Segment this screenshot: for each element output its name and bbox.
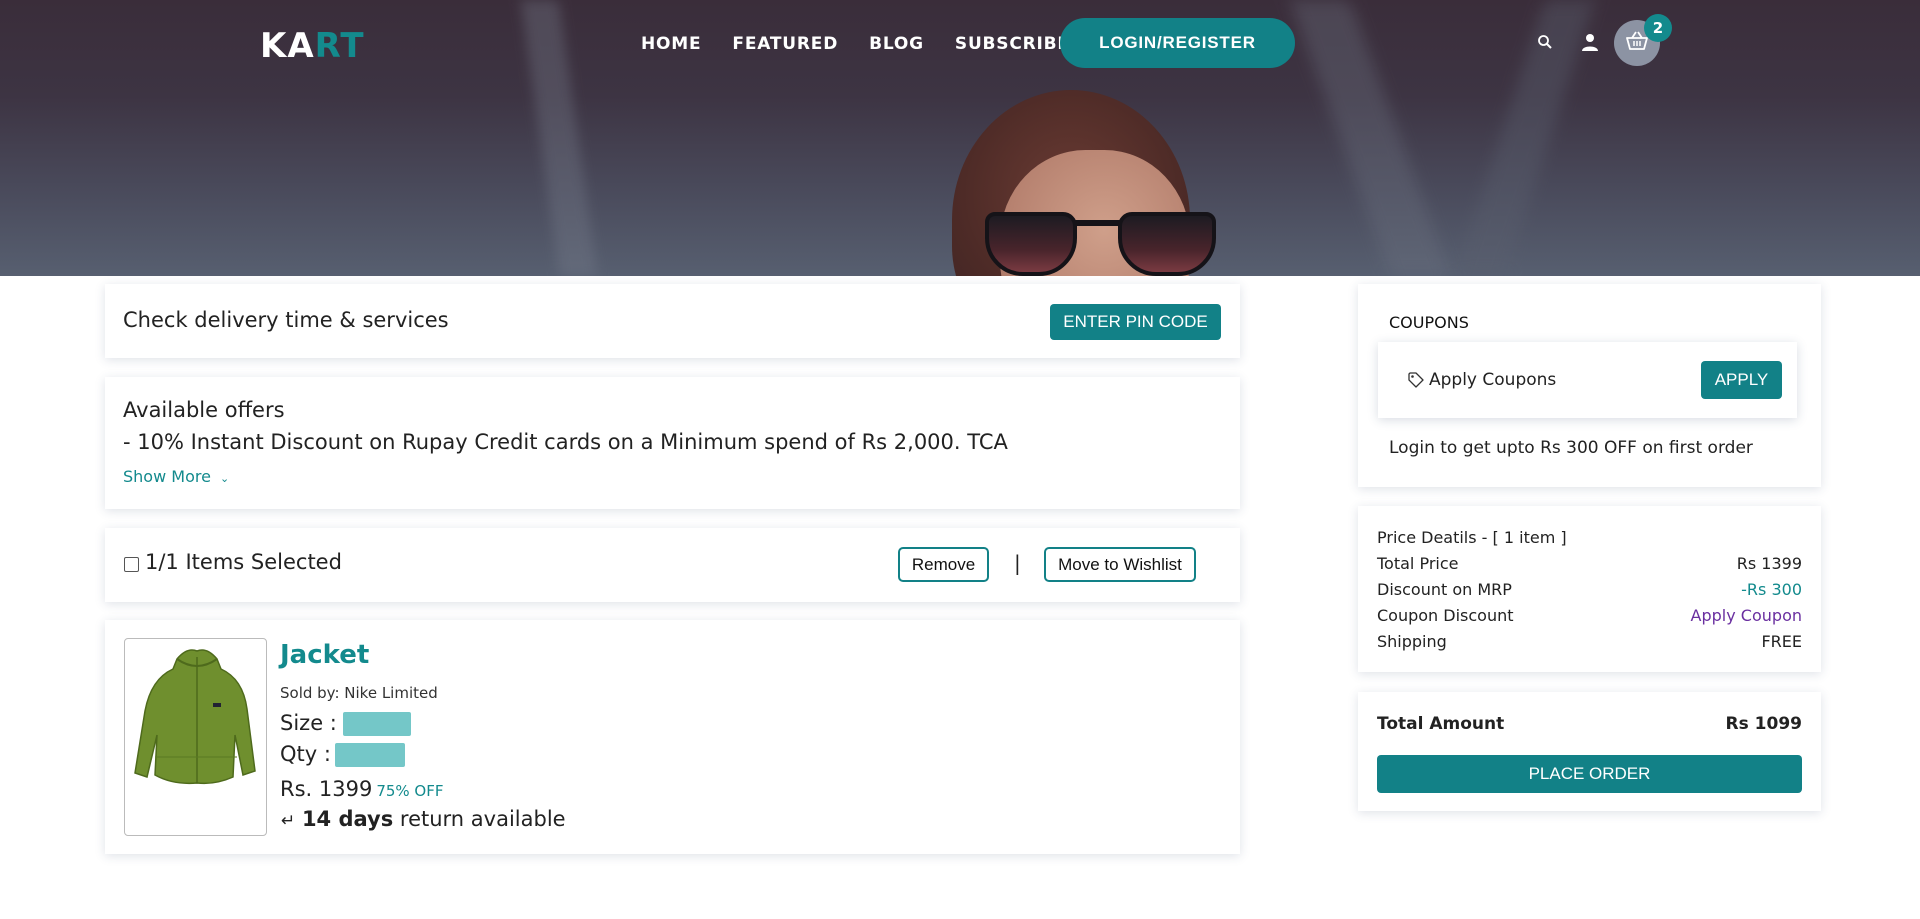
offers-heading: Available offers: [123, 398, 285, 422]
cart-item-card: Jacket Sold by: Nike Limited Size : Qty …: [105, 620, 1240, 854]
user-icon[interactable]: [1578, 30, 1602, 54]
discount-badge: 75% OFF: [376, 782, 444, 800]
login-offer-note: Login to get upto Rs 300 OFF on first or…: [1389, 438, 1753, 458]
show-more-label: Show More: [123, 467, 211, 486]
price-details-card: Price Deatils - [ 1 item ] Total Price R…: [1358, 506, 1821, 672]
item-selection-card: 1/1 Items Selected Remove | Move to Wish…: [105, 528, 1240, 602]
qty-label: Qty :: [280, 742, 331, 766]
price-details-title: Price Deatils - [ 1 item ]: [1377, 528, 1567, 547]
search-icon[interactable]: [1534, 31, 1556, 53]
size-label: Size :: [280, 711, 337, 735]
apply-coupon-link[interactable]: Apply Coupon: [1691, 606, 1802, 625]
qty-select[interactable]: [334, 743, 405, 767]
nav-subscribe[interactable]: SUBSCRIBE: [955, 34, 1070, 54]
show-more-link[interactable]: Show More ⌄: [123, 467, 229, 486]
main-nav: HOME FEATURED BLOG SUBSCRIBE: [641, 34, 1101, 54]
size-select[interactable]: [342, 712, 411, 736]
return-text: return available: [399, 807, 566, 831]
move-to-wishlist-button[interactable]: Move to Wishlist: [1044, 547, 1196, 582]
total-amount-row: Total Amount Rs 1099: [1377, 714, 1802, 734]
nav-blog[interactable]: BLOG: [869, 34, 924, 54]
cart-count-badge: 2: [1644, 14, 1672, 42]
price-row-shipping: Shipping FREE: [1377, 632, 1802, 651]
nav-home[interactable]: HOME: [641, 34, 701, 54]
discount-label: Discount on MRP: [1377, 580, 1512, 599]
coupon-discount-label: Coupon Discount: [1377, 606, 1514, 625]
enter-pin-code-button[interactable]: ENTER PIN CODE: [1050, 304, 1221, 340]
shipping-label: Shipping: [1377, 632, 1447, 651]
place-order-button[interactable]: PLACE ORDER: [1377, 755, 1802, 793]
price-row-coupon: Coupon Discount Apply Coupon: [1377, 606, 1802, 625]
items-selected-label: 1/1 Items Selected: [145, 550, 342, 574]
size-row: Size :: [280, 711, 411, 736]
total-amount-card: Total Amount Rs 1099 PLACE ORDER: [1358, 692, 1821, 811]
price-row-discount: Discount on MRP -Rs 300: [1377, 580, 1802, 599]
return-arrow-icon: ↵: [281, 811, 296, 831]
brand-logo[interactable]: KART: [260, 26, 365, 66]
nav-featured[interactable]: FEATURED: [732, 34, 838, 54]
qty-row: Qty :: [280, 742, 405, 767]
apply-coupon-button[interactable]: APPLY: [1701, 361, 1782, 399]
price-row-total: Total Price Rs 1399: [1377, 554, 1802, 573]
seller-info: Sold by: Nike Limited: [280, 684, 438, 702]
delivery-check-text: Check delivery time & services: [123, 308, 449, 332]
total-price-value: Rs 1399: [1736, 554, 1802, 573]
tag-icon: [1408, 372, 1426, 390]
chevron-down-icon: ⌄: [220, 472, 230, 485]
product-price: Rs. 1399: [280, 777, 373, 801]
total-amount-label: Total Amount: [1377, 714, 1505, 734]
delivery-check-card: Check delivery time & services ENTER PIN…: [105, 284, 1240, 358]
return-days: 14 days: [301, 807, 394, 831]
price-row: Rs. 1399 75% OFF: [280, 777, 444, 801]
logo-text-primary: KA: [260, 26, 315, 66]
remove-button[interactable]: Remove: [898, 547, 989, 582]
login-register-button[interactable]: LOGIN/REGISTER: [1060, 18, 1295, 68]
button-separator: |: [1014, 551, 1021, 575]
coupons-card: COUPONS Apply Coupons APPLY Login to get…: [1358, 284, 1821, 487]
total-amount-value: Rs 1099: [1725, 714, 1802, 734]
offer-text: - 10% Instant Discount on Rupay Credit c…: [123, 430, 1008, 454]
apply-coupons-label: Apply Coupons: [1429, 370, 1557, 390]
product-name[interactable]: Jacket: [280, 640, 369, 670]
total-price-label: Total Price: [1377, 554, 1459, 573]
return-policy: ↵ 14 days return available: [281, 807, 566, 831]
shipping-value: FREE: [1761, 632, 1802, 651]
product-image[interactable]: [124, 638, 267, 836]
select-all-checkbox[interactable]: [124, 557, 139, 572]
discount-value: -Rs 300: [1741, 580, 1802, 599]
apply-coupon-box: Apply Coupons APPLY: [1378, 342, 1797, 418]
price-details-heading: Price Deatils - [ 1 item ]: [1377, 528, 1802, 547]
available-offers-card: Available offers - 10% Instant Discount …: [105, 377, 1240, 509]
coupons-heading: COUPONS: [1389, 313, 1469, 332]
logo-text-accent: RT: [314, 26, 365, 66]
